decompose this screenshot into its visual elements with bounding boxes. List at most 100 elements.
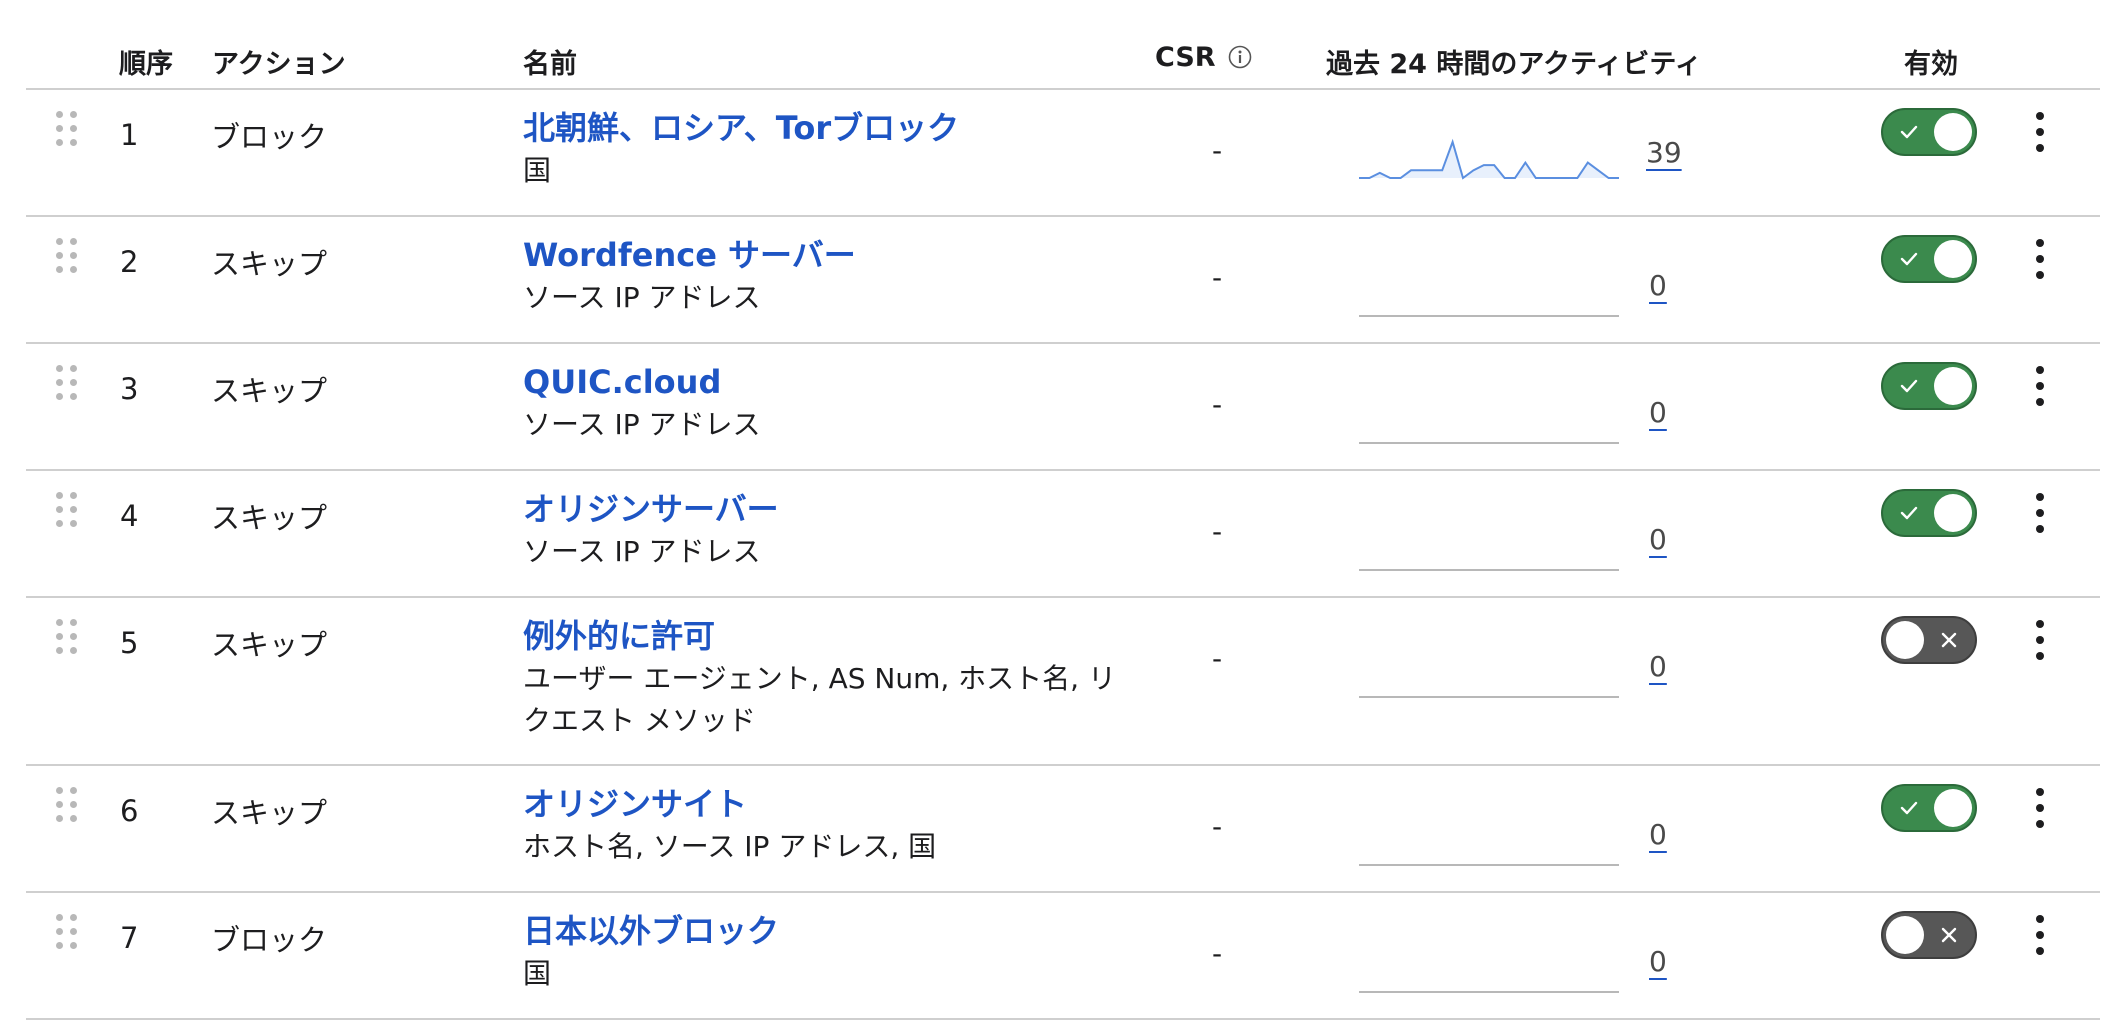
activity-sparkline [1359, 991, 1619, 993]
toggle-knob [1934, 494, 1972, 532]
rule-csr: - [1212, 515, 1223, 548]
rule-expression-fields: ユーザー エージェント, AS Num, ホスト名, リクエスト メソッド [523, 662, 1116, 737]
more-options-icon[interactable] [2034, 788, 2046, 828]
rule-expression-fields: ホスト名, ソース IP アドレス, 国 [523, 830, 937, 863]
more-options-icon[interactable] [2034, 366, 2046, 406]
rule-csr: - [1212, 261, 1223, 294]
table-row: 4 スキップ オリジンサーバーソース IP アドレス - 0 [26, 471, 2100, 598]
rule-name-link[interactable]: オリジンサイト [523, 784, 1143, 824]
enabled-toggle[interactable] [1881, 235, 1977, 283]
header-csr-label: CSR [1155, 42, 1216, 73]
more-options-icon[interactable] [2034, 915, 2046, 955]
table-header: 順序 アクション 名前 CSR 過去 24 時間のアクティビティ 有効 [26, 0, 2100, 90]
activity-count-link[interactable]: 0 [1649, 396, 1667, 429]
rule-action: スキップ [211, 247, 328, 281]
drag-handle-icon[interactable] [56, 111, 78, 155]
enabled-toggle[interactable] [1881, 616, 1977, 664]
toggle-knob [1886, 916, 1924, 954]
activity-count-link[interactable]: 0 [1649, 269, 1667, 302]
activity-count-link[interactable]: 0 [1649, 818, 1667, 851]
rule-order: 7 [120, 921, 139, 955]
enabled-toggle[interactable] [1881, 108, 1977, 156]
rule-order: 4 [120, 499, 139, 533]
rule-order: 2 [120, 245, 139, 279]
header-action[interactable]: アクション [212, 42, 346, 81]
check-icon [1900, 379, 1918, 393]
table-row: 2 スキップ Wordfence サーバー ソース IP アドレス - 0 [26, 217, 2100, 344]
rule-name-link[interactable]: 例外的に許可 [523, 616, 1143, 656]
rule-name-link[interactable]: Wordfence サーバー [523, 235, 1143, 275]
rule-name-link[interactable]: オリジンサーバー [523, 489, 1143, 529]
check-icon [1900, 801, 1918, 815]
activity-sparkline [1359, 864, 1619, 866]
rule-name-cell: Wordfence サーバー ソース IP アドレス [523, 235, 1143, 319]
activity-count-link[interactable]: 39 [1646, 136, 1682, 169]
enabled-toggle[interactable] [1881, 911, 1977, 959]
rules-table: 順序 アクション 名前 CSR 過去 24 時間のアクティビティ 有効 1 ブロッ… [26, 0, 2100, 1020]
drag-handle-icon[interactable] [56, 238, 78, 282]
rule-action: スキップ [211, 796, 328, 830]
rule-csr: - [1212, 388, 1223, 421]
more-options-icon[interactable] [2034, 239, 2046, 279]
table-row: 1 ブロック 北朝鮮、ロシア、Torブロック国 - 39 [26, 90, 2100, 217]
header-csr: CSR [1155, 42, 1252, 73]
rule-name-cell: オリジンサーバーソース IP アドレス [523, 489, 1143, 573]
toggle-knob [1886, 621, 1924, 659]
rule-action: スキップ [211, 628, 328, 662]
enabled-toggle[interactable] [1881, 362, 1977, 410]
rule-order: 1 [120, 118, 139, 152]
more-options-icon[interactable] [2034, 493, 2046, 533]
rule-name-cell: オリジンサイトホスト名, ソース IP アドレス, 国 [523, 784, 1143, 868]
check-icon [1900, 506, 1918, 520]
drag-handle-icon[interactable] [56, 914, 78, 958]
rule-order: 5 [120, 626, 139, 660]
activity-sparkline [1359, 696, 1619, 698]
rule-expression-fields: ソース IP アドレス [523, 408, 761, 441]
more-options-icon[interactable] [2034, 620, 2046, 660]
activity-count-link[interactable]: 0 [1649, 945, 1667, 978]
rule-csr: - [1212, 937, 1223, 970]
info-icon[interactable] [1228, 45, 1252, 69]
drag-handle-icon[interactable] [56, 365, 78, 409]
drag-handle-icon[interactable] [56, 619, 78, 663]
toggle-knob [1934, 113, 1972, 151]
rule-csr: - [1212, 134, 1223, 167]
rule-action: スキップ [211, 501, 328, 535]
activity-sparkline [1359, 315, 1619, 317]
enabled-toggle[interactable] [1881, 489, 1977, 537]
rule-action: ブロック [211, 923, 328, 957]
activity-sparkline [1359, 569, 1619, 571]
activity-count-link[interactable]: 0 [1649, 523, 1667, 556]
table-row: 5 スキップ 例外的に許可ユーザー エージェント, AS Num, ホスト名, リク… [26, 598, 2100, 766]
x-icon [1941, 632, 1957, 648]
rule-expression-fields: 国 [523, 154, 552, 187]
rule-order: 6 [120, 794, 139, 828]
table-row: 7 ブロック 日本以外ブロック国 - 0 [26, 893, 2100, 1020]
rule-name-link[interactable]: 北朝鮮、ロシア、Torブロック [523, 108, 1143, 148]
rule-name-cell: QUIC.cloud ソース IP アドレス [523, 362, 1143, 446]
rule-expression-fields: ソース IP アドレス [523, 535, 761, 568]
check-icon [1900, 125, 1918, 139]
more-options-icon[interactable] [2034, 112, 2046, 152]
rule-name-link[interactable]: QUIC.cloud [523, 362, 1143, 402]
x-icon [1941, 927, 1957, 943]
header-activity: 過去 24 時間のアクティビティ [1326, 49, 1702, 80]
header-enabled: 有効 [1904, 49, 1958, 80]
rule-name-cell: 北朝鮮、ロシア、Torブロック国 [523, 108, 1143, 192]
rule-action: スキップ [211, 374, 328, 408]
table-row: 3 スキップ QUIC.cloud ソース IP アドレス - 0 [26, 344, 2100, 471]
rule-order: 3 [120, 372, 139, 406]
activity-count-link[interactable]: 0 [1649, 650, 1667, 683]
rule-csr: - [1212, 810, 1223, 843]
enabled-toggle[interactable] [1881, 784, 1977, 832]
toggle-knob [1934, 240, 1972, 278]
header-name[interactable]: 名前 [523, 42, 577, 81]
activity-sparkline [1359, 138, 1619, 180]
rule-action: ブロック [211, 120, 328, 154]
table-row: 6 スキップ オリジンサイトホスト名, ソース IP アドレス, 国 - 0 [26, 766, 2100, 893]
rule-name-link[interactable]: 日本以外ブロック [523, 911, 1143, 951]
drag-handle-icon[interactable] [56, 492, 78, 536]
header-order[interactable]: 順序 [119, 42, 173, 81]
rule-name-cell: 例外的に許可ユーザー エージェント, AS Num, ホスト名, リクエスト メ… [523, 616, 1143, 742]
drag-handle-icon[interactable] [56, 787, 78, 831]
